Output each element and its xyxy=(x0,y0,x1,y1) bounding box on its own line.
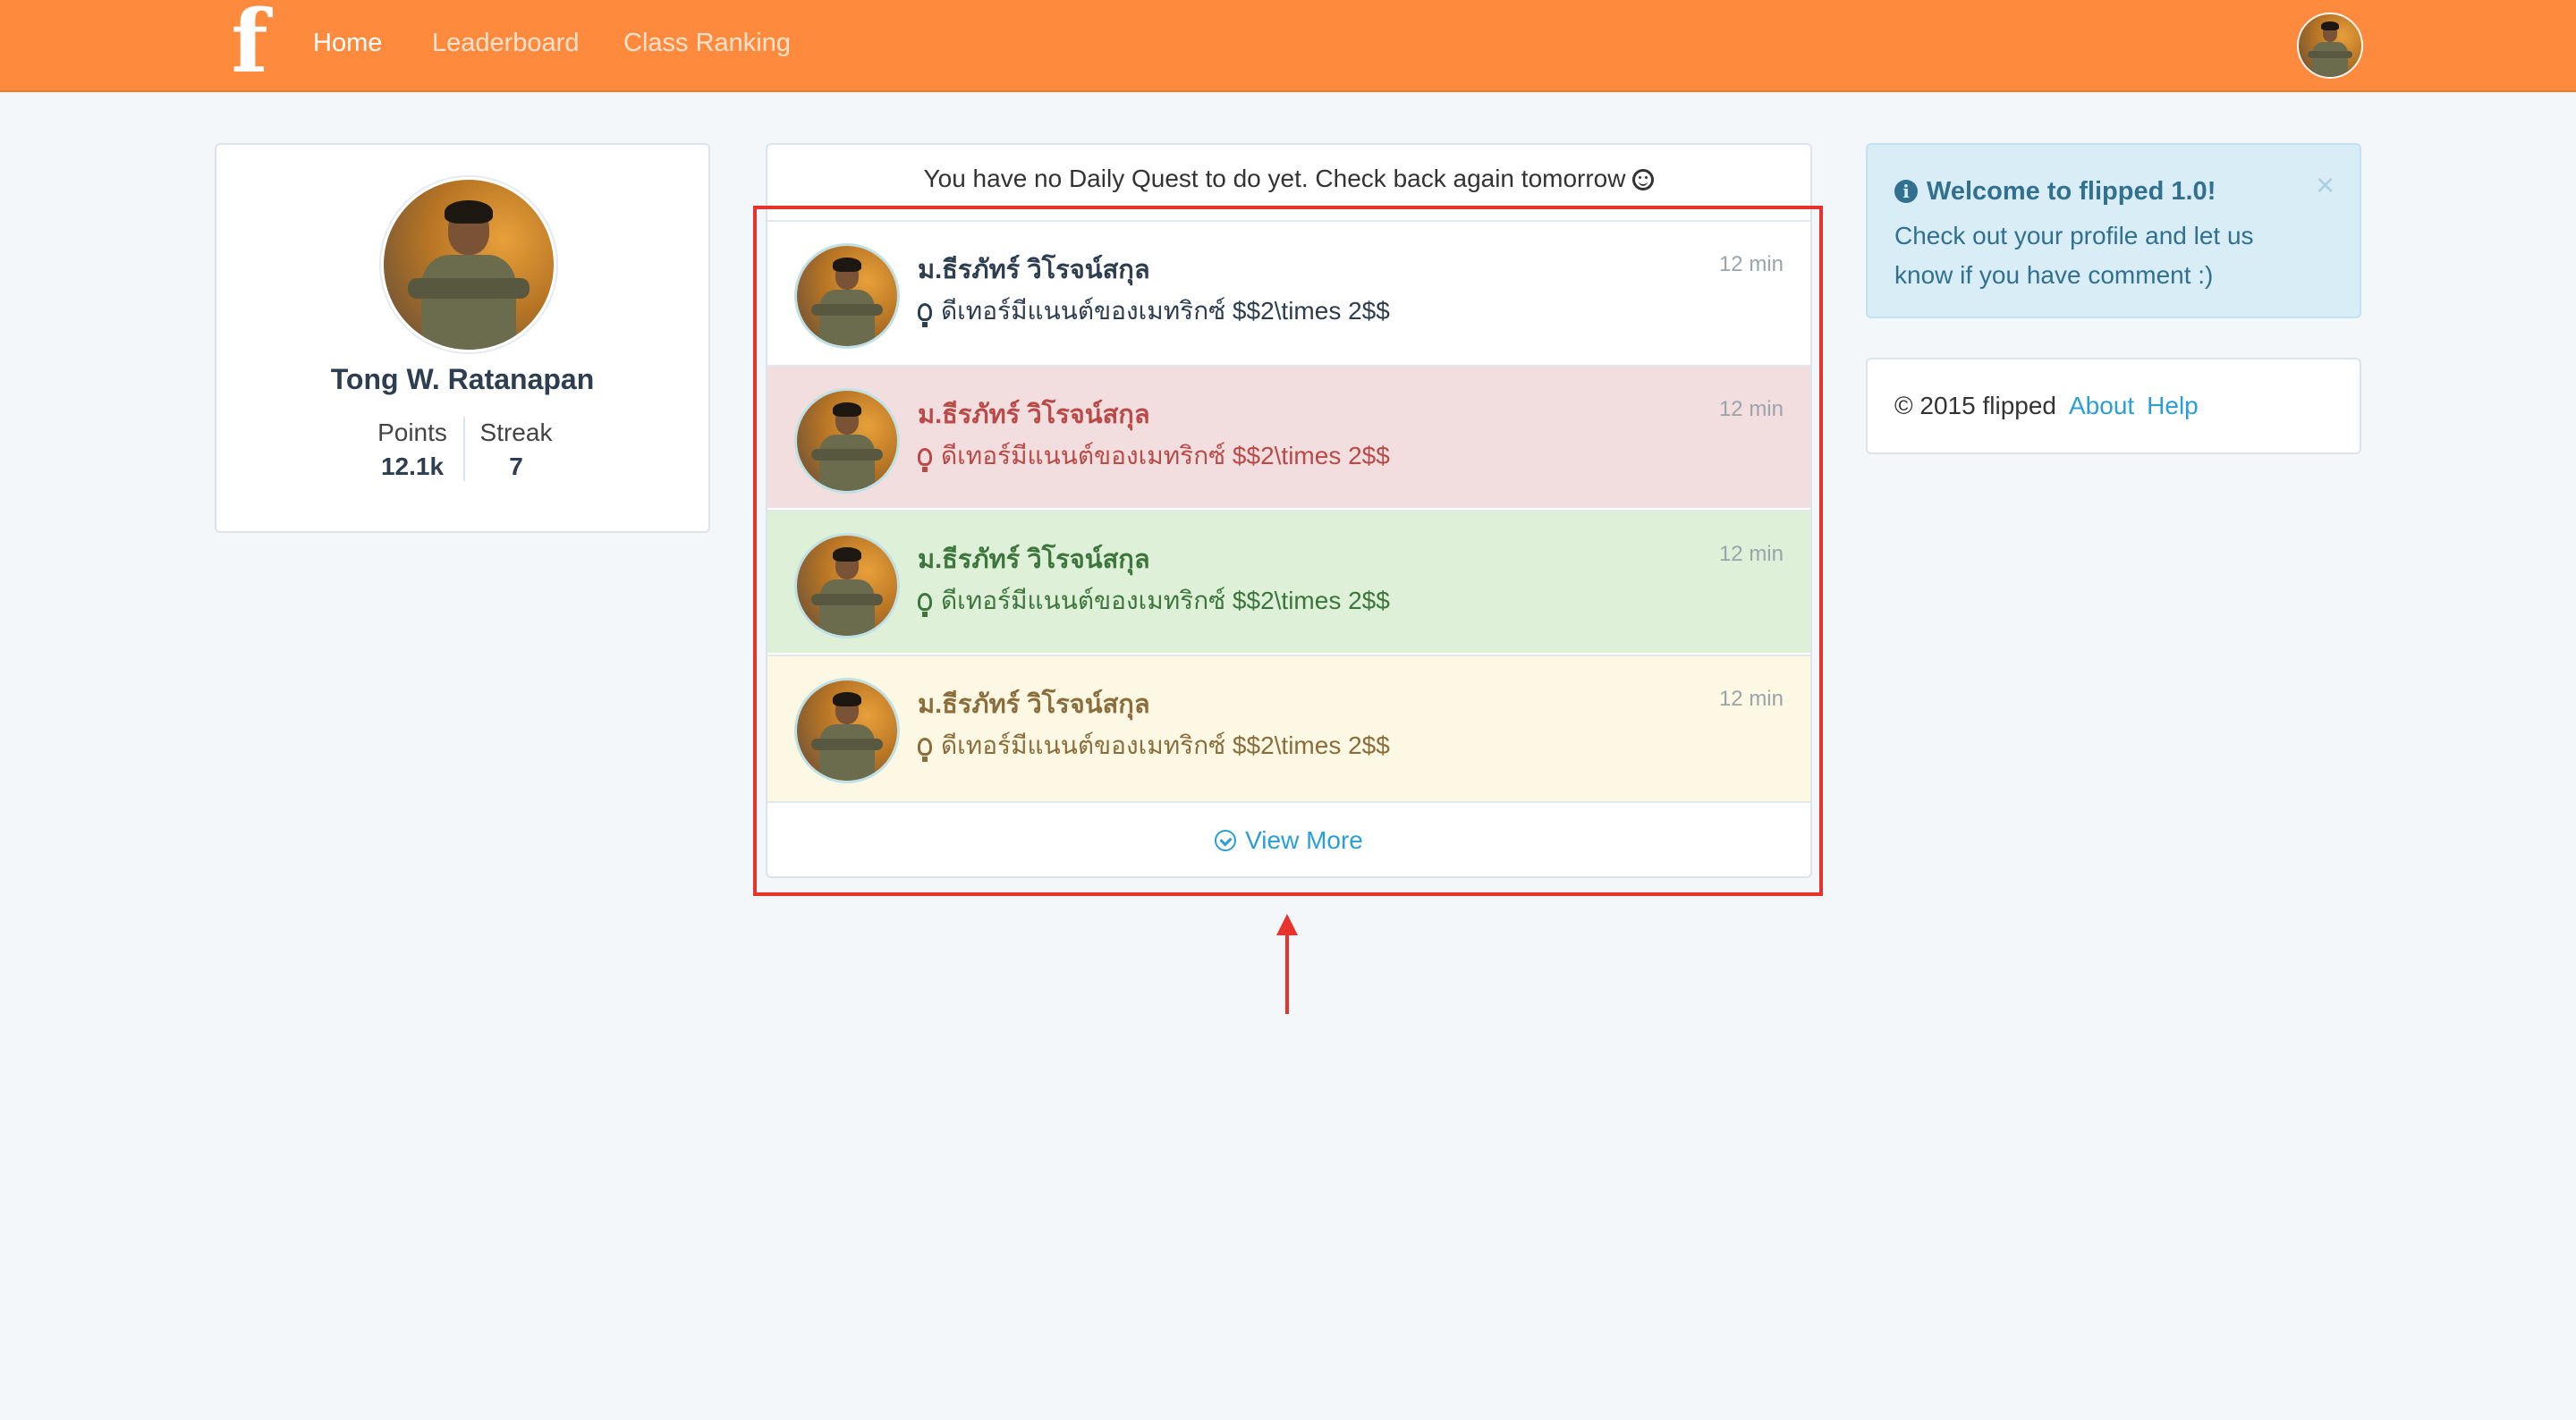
streak-value: 7 xyxy=(509,452,523,480)
daily-quest-text: You have no Daily Quest to do yet. Check… xyxy=(923,165,1626,192)
points-value: 12.1k xyxy=(380,452,445,480)
user-avatar-menu[interactable] xyxy=(2297,13,2363,79)
welcome-alert: i Welcome to flipped 1.0! Check out your … xyxy=(1866,143,2361,318)
flipped-logo[interactable]: f xyxy=(225,0,274,85)
highlight-annotation-box xyxy=(753,206,1823,896)
smile-icon xyxy=(1632,169,1655,190)
nav-home[interactable]: Home xyxy=(313,29,382,58)
alert-title: i Welcome to flipped 1.0! xyxy=(1894,177,2216,207)
annotation-arrow-line xyxy=(1285,930,1289,1014)
copyright-text: © 2015 flipped xyxy=(1894,392,2056,419)
top-navbar: f Home Leaderboard Class Ranking xyxy=(0,0,2576,92)
profile-card: Tong W. Ratanapan Points 12.1k Streak 7 xyxy=(215,143,710,533)
info-icon: i xyxy=(1894,180,1918,203)
help-link[interactable]: Help xyxy=(2147,392,2199,419)
profile-name[interactable]: Tong W. Ratanapan xyxy=(216,363,708,396)
about-link[interactable]: About xyxy=(2069,392,2134,419)
points-stat: Points 12.1k xyxy=(372,418,453,481)
stat-divider xyxy=(463,417,465,481)
streak-label: Streak xyxy=(479,418,553,446)
points-label: Points xyxy=(377,418,447,446)
nav-class-ranking[interactable]: Class Ranking xyxy=(623,29,791,58)
profile-avatar[interactable] xyxy=(381,177,556,352)
nav-leaderboard[interactable]: Leaderboard xyxy=(432,29,579,58)
alert-message: Check out your profile and let us know i… xyxy=(1894,222,2254,289)
footer-card: © 2015 flipped About Help xyxy=(1866,358,2361,454)
streak-stat: Streak 7 xyxy=(476,418,556,481)
close-icon[interactable]: × xyxy=(2316,166,2334,204)
daily-quest-notice: You have no Daily Quest to do yet. Check… xyxy=(766,165,1812,193)
